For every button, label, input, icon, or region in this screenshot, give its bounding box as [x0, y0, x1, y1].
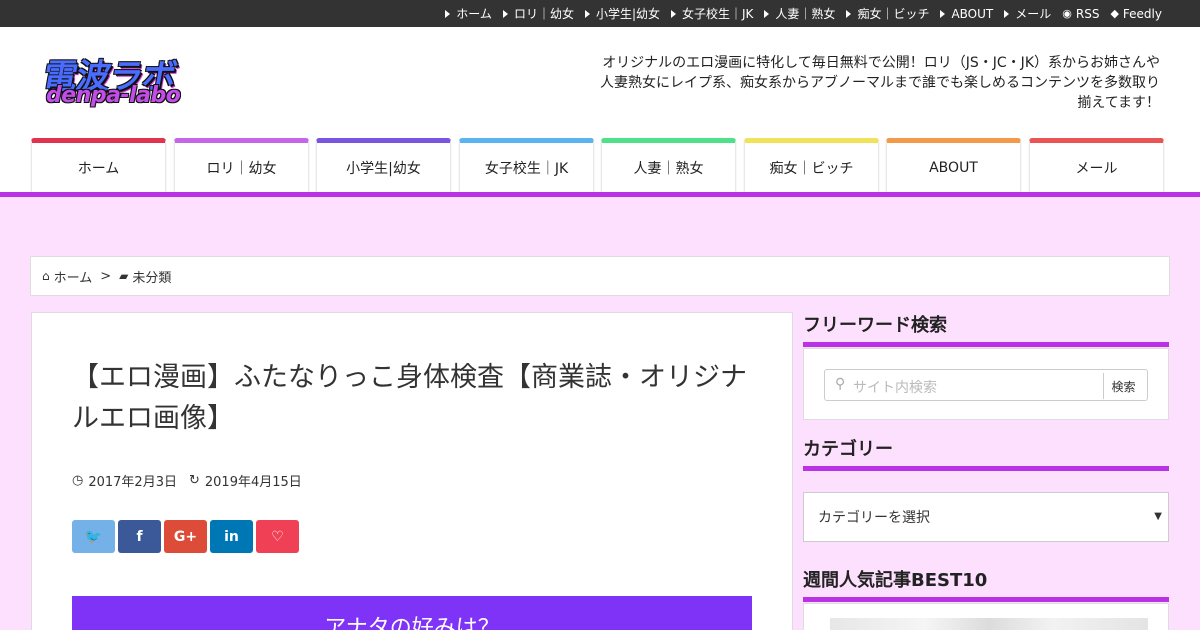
site-logo[interactable]: 電波ラボ denpa-labo [40, 49, 212, 115]
breadcrumb-separator: > [100, 268, 112, 284]
feedly-link[interactable]: ◆ Feedly [1110, 7, 1162, 21]
caret-right-icon [584, 9, 590, 18]
search-button[interactable]: 検索 [1103, 373, 1143, 399]
share-pocket-button[interactable]: ♡ [256, 520, 299, 553]
topnav-elementary[interactable]: 小学生|幼女 [584, 5, 660, 22]
main-nav: ホーム ロリ｜幼女 小学生|幼女 女子校生｜JK 人妻｜熟女 痴女｜ビッチ AB… [31, 138, 1171, 193]
clock-icon: ◷ [72, 473, 84, 488]
topnav-about[interactable]: ABOUT [940, 7, 993, 21]
breadcrumb: ⌂ ホーム > ▰ 未分類 [30, 256, 1170, 296]
breadcrumb-home[interactable]: ホーム [54, 267, 93, 286]
linkedin-icon: in [224, 528, 239, 545]
caret-right-icon [1004, 9, 1010, 18]
caret-right-icon [502, 9, 508, 18]
folder-icon: ▰ [119, 269, 129, 283]
top-nav: ホーム ロリ｜幼女 小学生|幼女 女子校生｜JK 人妻｜熟女 痴女｜ビッチ AB… [434, 0, 1162, 27]
topnav-wife[interactable]: 人妻｜熟女 [764, 5, 835, 22]
share-twitter-button[interactable]: 🐦 [72, 520, 115, 553]
topnav-home[interactable]: ホーム [445, 5, 492, 22]
topnav-mail[interactable]: メール [1004, 5, 1051, 22]
published-date: 2017年2月3日 [88, 475, 177, 490]
search-icon: ⚲ [835, 376, 846, 392]
search-widget: ⚲ サイト内検索 検索 [803, 348, 1169, 420]
share-googleplus-button[interactable]: G+ [164, 520, 207, 553]
caret-right-icon [764, 9, 770, 18]
category-select-value: カテゴリーを選択 [818, 510, 930, 526]
twitter-icon: 🐦 [84, 528, 103, 545]
search-placeholder: サイト内検索 [853, 380, 937, 396]
search-input[interactable]: ⚲ サイト内検索 検索 [824, 369, 1148, 401]
topnav-loli[interactable]: ロリ｜幼女 [502, 5, 574, 22]
facebook-icon: f [136, 528, 143, 545]
share-linkedin-button[interactable]: in [210, 520, 253, 553]
caret-right-icon [671, 9, 676, 18]
nav-about[interactable]: ABOUT [886, 138, 1021, 193]
nav-loli[interactable]: ロリ｜幼女 [174, 138, 309, 193]
topnav-jk[interactable]: 女子校生｜JK [671, 5, 753, 22]
search-heading-bar [803, 342, 1169, 347]
home-icon: ⌂ [42, 269, 50, 283]
updated-date: 2019年4月15日 [204, 475, 302, 490]
nav-jk[interactable]: 女子校生｜JK [459, 138, 594, 193]
chevron-down-icon: ▼ [1154, 511, 1162, 522]
ranking-widget [803, 603, 1169, 630]
refresh-icon: ↻ [188, 473, 200, 488]
article-banner[interactable]: アナタの好みは？ [72, 596, 752, 630]
site-header: 電波ラボ denpa-labo オリジナルのエロ漫画に特化して毎日無料で公開！ロ… [0, 27, 1200, 193]
ranking-heading: 週間人気記事BEST10 [803, 570, 988, 591]
nav-home[interactable]: ホーム [31, 138, 166, 193]
nav-wife[interactable]: 人妻｜熟女 [601, 138, 736, 193]
nav-mail[interactable]: メール [1029, 138, 1164, 193]
category-heading: カテゴリー [803, 439, 893, 460]
share-facebook-button[interactable]: f [118, 520, 161, 553]
site-tagline: オリジナルのエロ漫画に特化して毎日無料で公開！ロリ（JS・JC・JK）系からお姉… [600, 55, 1160, 111]
feedly-icon: ◆ [1110, 7, 1119, 20]
article-title: 【エロ漫画】ふたなりっこ身体検査【商業誌・オリジナルエロ画像】 [72, 362, 747, 434]
caret-right-icon [445, 9, 451, 18]
caret-right-icon [846, 9, 852, 18]
google-plus-icon: G+ [173, 528, 198, 545]
rss-link[interactable]: ◉ RSS [1062, 7, 1099, 21]
nav-underline [0, 192, 1200, 197]
logo-sub-text: denpa-labo [46, 83, 181, 108]
caret-right-icon [940, 9, 946, 18]
pocket-icon: ♡ [271, 528, 284, 545]
rss-icon: ◉ [1062, 7, 1072, 20]
ranking-thumbnail[interactable] [830, 618, 1148, 630]
article-card: 【エロ漫画】ふたなりっこ身体検査【商業誌・オリジナルエロ画像】 ◷ 2017年2… [31, 312, 793, 630]
nav-elementary[interactable]: 小学生|幼女 [316, 138, 451, 193]
category-select[interactable]: カテゴリーを選択 ▼ [803, 492, 1169, 542]
article-dates: ◷ 2017年2月3日 ↻ 2019年4月15日 [72, 471, 302, 490]
breadcrumb-category[interactable]: 未分類 [132, 267, 171, 286]
search-heading: フリーワード検索 [803, 315, 947, 336]
topnav-bitch[interactable]: 痴女｜ビッチ [846, 5, 929, 22]
nav-bitch[interactable]: 痴女｜ビッチ [744, 138, 879, 193]
ranking-heading-bar [803, 597, 1169, 602]
category-heading-bar [803, 466, 1169, 471]
top-bar: ホーム ロリ｜幼女 小学生|幼女 女子校生｜JK 人妻｜熟女 痴女｜ビッチ AB… [0, 0, 1200, 27]
share-buttons: 🐦 f G+ in ♡ [72, 520, 302, 553]
